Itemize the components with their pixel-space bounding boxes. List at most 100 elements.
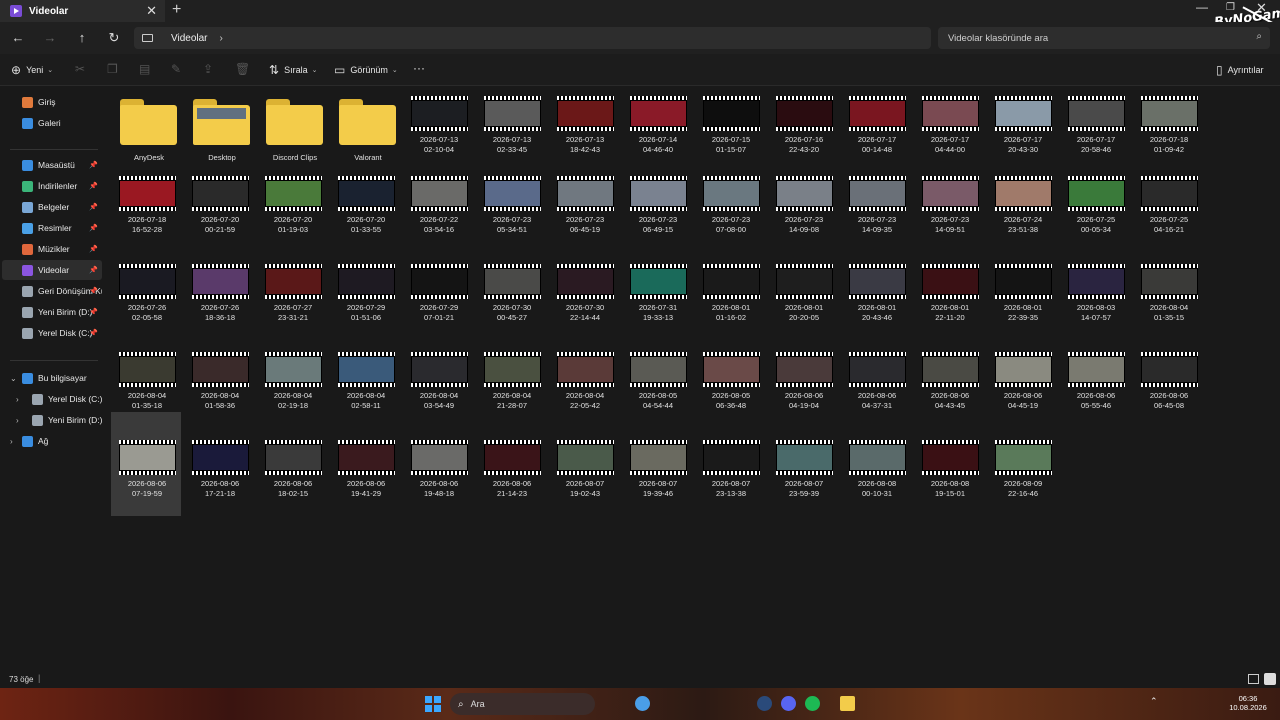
video-file-item[interactable]: 2026-08-06 19-41-29 <box>330 412 400 516</box>
video-thumbnail <box>922 264 979 299</box>
spotify-icon[interactable] <box>805 696 820 711</box>
discord-icon[interactable] <box>781 696 796 711</box>
copy-icon[interactable]: ❐ <box>107 62 118 76</box>
sidebar-item-music[interactable]: Müzikler 📌 <box>2 239 102 259</box>
forward-button[interactable]: → <box>40 28 60 48</box>
video-file-name: 2026-07-23 06-45-19 <box>565 215 605 234</box>
sidebar-divider <box>10 149 98 150</box>
video-thumbnail <box>119 176 176 211</box>
new-button[interactable]: ⊕ Yeni ⌄ <box>11 63 53 77</box>
video-thumbnail <box>776 440 833 475</box>
taskbar-clock[interactable]: 06:36 10.08.2026 <box>1224 694 1272 712</box>
cut-icon[interactable]: ✂ <box>75 62 85 76</box>
documents-icon <box>22 201 33 213</box>
video-file-item[interactable]: 2026-08-06 18-02-15 <box>257 412 327 516</box>
sidebar-item-label: Giriş <box>38 97 56 107</box>
steam-icon[interactable] <box>757 696 772 711</box>
sidebar-item-desktop[interactable]: Masaüstü 📌 <box>2 155 102 175</box>
chevron-right-icon[interactable]: › <box>16 416 19 425</box>
video-file-item[interactable]: 2026-08-08 19-15-01 <box>914 412 984 516</box>
tab-title: Videolar <box>29 5 69 17</box>
video-file-name: 2026-08-04 01-35-18 <box>127 391 167 410</box>
sidebar-item-drive[interactable]: › Yeni Birim (D:) <box>2 410 102 430</box>
sidebar-item-gallery[interactable]: Galeri <box>2 113 102 133</box>
chrome-icon[interactable] <box>635 696 650 711</box>
up-button[interactable]: ↑ <box>72 28 92 48</box>
chevron-right-icon[interactable]: › <box>16 395 19 404</box>
video-file-item[interactable]: 2026-08-07 23-13-38 <box>695 412 765 516</box>
search-placeholder: Videolar klasöründe ara <box>948 32 1049 44</box>
video-file-item[interactable]: 2026-08-08 00-10-31 <box>841 412 911 516</box>
sort-button[interactable]: ⇅ Sırala ⌄ <box>269 63 317 77</box>
video-thumbnail <box>484 440 541 475</box>
back-button[interactable]: ← <box>8 28 28 48</box>
share-icon[interactable]: ⇪ <box>203 62 213 76</box>
video-thumbnail <box>995 96 1052 131</box>
delete-icon[interactable]: 🗑 <box>235 62 250 76</box>
sidebar-item-drive[interactable]: Yerel Disk (C:) 📌 <box>2 323 102 343</box>
video-file-item[interactable]: 2026-08-09 22-16-46 <box>987 412 1057 516</box>
sidebar-item-pictures[interactable]: Resimler 📌 <box>2 218 102 238</box>
large-icons-view-toggle-icon[interactable] <box>1264 673 1276 685</box>
start-button-windows-icon[interactable] <box>425 696 441 712</box>
refresh-button[interactable]: ↻ <box>104 28 124 48</box>
view-icon: ▭ <box>334 63 346 77</box>
view-button[interactable]: ▭ Görünüm ⌄ <box>334 63 398 77</box>
maximize-button[interactable]: ❐ <box>1226 2 1235 13</box>
video-file-item[interactable]: 2026-08-06 21-14-23 <box>476 412 546 516</box>
video-file-item[interactable]: 2026-08-06 05-55-46 <box>1060 324 1130 428</box>
rename-icon[interactable]: ✎ <box>171 62 181 76</box>
video-file-item[interactable]: 2026-08-07 19-02-43 <box>549 412 619 516</box>
video-thumbnail <box>192 264 249 299</box>
new-tab-button[interactable]: + <box>172 1 181 19</box>
file-grid: AnyDesk Desktop Discord Clips Valorant 2026-… <box>104 87 1280 687</box>
search-icon[interactable]: ⌕ <box>1256 31 1262 42</box>
tab-videolar[interactable]: Videolar ✕ <box>0 0 165 22</box>
chevron-right-icon[interactable]: › <box>10 437 13 446</box>
details-view-toggle-icon[interactable] <box>1248 674 1259 684</box>
video-file-name: 2026-07-24 23-51-38 <box>1003 215 1043 234</box>
sidebar-item-recycle-bin[interactable]: Geri Dönüşüm Kutusu📌 <box>2 281 102 301</box>
sidebar-item-documents[interactable]: Belgeler 📌 <box>2 197 102 217</box>
sort-icon: ⇅ <box>269 63 280 77</box>
video-file-item[interactable]: 2026-08-06 19-48-18 <box>403 412 473 516</box>
breadcrumb-videolar[interactable]: Videolar <box>171 33 208 44</box>
folder-icon <box>339 99 396 145</box>
explorer-icon[interactable] <box>840 696 855 711</box>
video-file-name: 2026-08-06 17-21-18 <box>200 479 240 498</box>
video-thumbnail <box>484 176 541 211</box>
video-file-item[interactable]: 2026-08-07 23-59-39 <box>768 412 838 516</box>
video-thumbnail <box>630 176 687 211</box>
video-file-item[interactable]: 2026-08-06 06-45-08 <box>1133 324 1203 428</box>
video-file-item[interactable]: 2026-08-07 19-39-46 <box>622 412 692 516</box>
tray-overflow-chevron-icon[interactable]: ⌃ <box>1150 696 1158 707</box>
video-file-name: 2026-08-06 04-45-19 <box>1003 391 1043 410</box>
music-icon <box>22 243 33 255</box>
title-bar: Videolar ✕ + — ❐ ✕ ByNoGame <box>0 0 1280 32</box>
sidebar-item-download[interactable]: İndirilenler 📌 <box>2 176 102 196</box>
video-file-name: 2026-08-04 01-58-36 <box>200 391 240 410</box>
sidebar-item-computer[interactable]: ⌄ Bu bilgisayar <box>2 368 102 388</box>
paste-icon[interactable]: ▤ <box>139 62 150 76</box>
sidebar-item-network[interactable]: › Ağ <box>2 431 102 451</box>
computer-icon <box>22 372 33 384</box>
chevron-down-icon: ⌄ <box>311 67 318 74</box>
pin-icon: 📌 <box>89 288 98 295</box>
video-file-item[interactable]: 2026-08-06 07-19-59 <box>111 412 181 516</box>
chevron-down-icon[interactable]: ⌄ <box>10 374 17 383</box>
video-file-name: 2026-07-20 01-33-55 <box>346 215 386 234</box>
sidebar-item-drive[interactable]: › Yerel Disk (C:) <box>2 389 102 409</box>
tab-close-button[interactable]: ✕ <box>146 3 157 19</box>
taskbar-search[interactable]: ⌕ Ara <box>450 693 595 715</box>
video-file-name: 2026-07-30 00-45-27 <box>492 303 532 322</box>
sidebar-item-drive[interactable]: Yeni Birim (D:) 📌 <box>2 302 102 322</box>
video-file-item[interactable]: 2026-08-06 17-21-18 <box>184 412 254 516</box>
address-bar[interactable]: Videolar › <box>134 27 931 49</box>
video-thumbnail <box>1068 96 1125 131</box>
sidebar-item-home[interactable]: Giriş <box>2 92 102 112</box>
minimize-button[interactable]: — <box>1196 0 1208 14</box>
search-box[interactable]: Videolar klasöründe ara ⌕ <box>938 27 1270 49</box>
breadcrumb-chevron-icon[interactable]: › <box>220 33 223 44</box>
sidebar-item-videos[interactable]: Videolar 📌 <box>2 260 102 280</box>
details-button[interactable]: ▯ Ayrıntılar <box>1216 63 1263 77</box>
